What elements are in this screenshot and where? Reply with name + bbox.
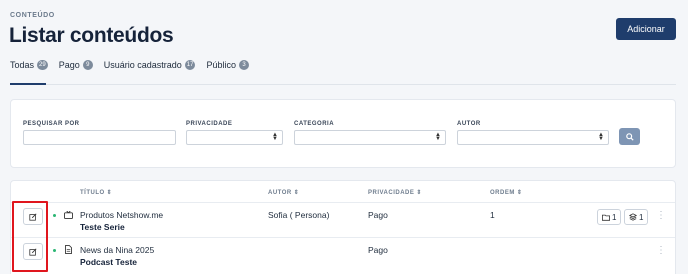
- row-divider: [11, 202, 675, 203]
- tab-label: Pago: [58, 60, 80, 70]
- tab-label: Todas: [10, 60, 35, 70]
- row-subtitle: Teste Serie: [80, 222, 125, 232]
- folders-button[interactable]: 1: [597, 209, 622, 225]
- privacy-select[interactable]: ▲ ▼: [186, 130, 283, 145]
- folder-icon: [602, 214, 610, 221]
- search-label: PESQUISAR POR: [23, 121, 80, 127]
- tab-pago[interactable]: Pago 9: [59, 58, 93, 72]
- tab-label: Usuário cadastrado: [103, 60, 182, 70]
- page-title: Listar conteúdos: [9, 24, 174, 47]
- edit-button[interactable]: [23, 243, 43, 260]
- page-eyebrow: CONTEÚDO: [10, 12, 55, 19]
- layers-icon: [629, 213, 637, 221]
- tabs-bar: Todas 29 Pago 9 Usuário cadastrado 17 Pú…: [10, 58, 260, 72]
- add-button[interactable]: Adicionar: [616, 18, 676, 40]
- search-icon: [625, 132, 634, 141]
- select-arrows-icon: ▲ ▼: [435, 132, 441, 142]
- tv-icon: [64, 211, 73, 219]
- edit-icon: [29, 247, 37, 256]
- tab-todas[interactable]: Todas 29: [10, 58, 48, 72]
- column-header-privacy[interactable]: PRIVACIDADE ⇕: [368, 189, 422, 196]
- tab-count-badge: 3: [239, 60, 250, 70]
- category-select[interactable]: ▲ ▼: [294, 130, 446, 145]
- row-divider: [11, 237, 675, 238]
- edit-icon: [29, 212, 37, 221]
- select-arrows-icon: ▲ ▼: [272, 132, 278, 142]
- row-title[interactable]: Produtos Netshow.me: [80, 210, 163, 220]
- column-header-author[interactable]: AUTOR ⇕: [268, 189, 299, 196]
- tab-publico[interactable]: Público 3: [206, 58, 250, 72]
- sort-icon: ⇕: [106, 190, 113, 196]
- sort-icon: ⇕: [516, 190, 523, 196]
- more-options-icon[interactable]: ⋮: [656, 211, 666, 221]
- folders-count: 1: [612, 212, 617, 222]
- status-dot: [53, 214, 56, 217]
- content-table: TÍTULO ⇕ AUTOR ⇕ PRIVACIDADE ⇕ ORDEM ⇕ Produ…: [10, 180, 676, 274]
- row-privacy: Pago: [368, 245, 388, 255]
- column-header-title[interactable]: TÍTULO ⇕: [80, 189, 112, 196]
- row-order: 1: [490, 210, 495, 220]
- search-button[interactable]: [619, 128, 640, 145]
- tab-count-badge: 29: [37, 60, 48, 70]
- tab-usuario-cadastrado[interactable]: Usuário cadastrado 17: [104, 58, 196, 72]
- select-arrows-icon: ▲ ▼: [598, 132, 604, 142]
- author-select[interactable]: ▲ ▼: [457, 130, 609, 145]
- document-icon: [65, 245, 72, 254]
- layers-button[interactable]: 1: [624, 209, 649, 225]
- row-subtitle: Podcast Teste: [80, 257, 138, 267]
- author-label: AUTOR: [457, 121, 481, 127]
- search-input[interactable]: [23, 130, 176, 145]
- tab-label: Público: [206, 60, 237, 70]
- tab-count-badge: 17: [184, 60, 196, 70]
- active-tab-indicator: [10, 83, 46, 85]
- layers-count: 1: [639, 212, 644, 222]
- more-options-icon[interactable]: ⋮: [656, 246, 666, 256]
- edit-button[interactable]: [23, 208, 43, 225]
- row-title[interactable]: News da Nina 2025: [80, 245, 154, 255]
- tab-count-badge: 9: [82, 60, 93, 70]
- row-privacy: Pago: [368, 210, 388, 220]
- status-dot: [53, 249, 56, 252]
- column-header-order[interactable]: ORDEM ⇕: [490, 189, 522, 196]
- privacy-label: PRIVACIDADE: [186, 121, 233, 127]
- tabs-divider: [10, 84, 676, 85]
- sort-icon: ⇕: [416, 190, 422, 196]
- filter-panel: PESQUISAR POR PRIVACIDADE ▲ ▼ CATEGORIA ▲…: [10, 99, 676, 168]
- row-author: Sofia ( Persona): [268, 210, 330, 220]
- category-label: CATEGORIA: [294, 121, 335, 127]
- sort-icon: ⇕: [293, 190, 300, 196]
